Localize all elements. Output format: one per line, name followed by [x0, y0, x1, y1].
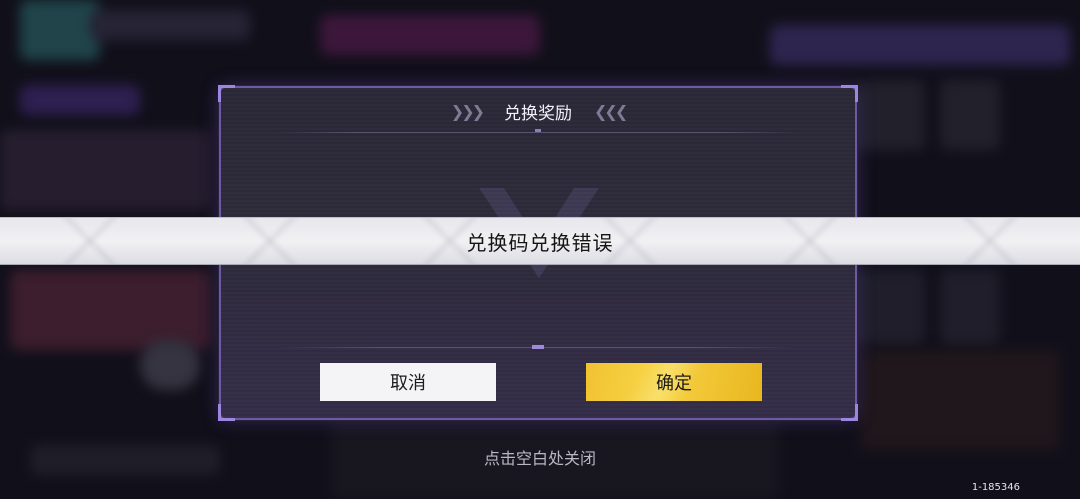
title-divider-mark: [535, 129, 541, 132]
corner-decoration: [218, 404, 235, 421]
close-hint[interactable]: 点击空白处关闭: [0, 445, 1080, 469]
dialog-header: ❯❯❯ 兑换奖励 ❮❮❮: [221, 96, 855, 126]
chevron-right-icon: ❯❯❯: [450, 101, 485, 121]
title-divider: [277, 132, 799, 133]
button-divider-mark: [532, 345, 544, 349]
chevron-left-icon: ❮❮❮: [594, 101, 628, 121]
dialog-title: 兑换奖励: [504, 103, 572, 124]
confirm-button[interactable]: 确定: [586, 363, 762, 401]
id-tag: 1-185346: [971, 482, 1020, 493]
confirm-button-label: 确定: [656, 373, 692, 394]
cancel-button-label: 取消: [390, 373, 426, 394]
cancel-button[interactable]: 取消: [320, 363, 496, 401]
corner-decoration: [841, 404, 858, 421]
toast-message: 兑换码兑换错误: [466, 230, 614, 255]
error-toast: 兑换码兑换错误: [0, 217, 1080, 265]
